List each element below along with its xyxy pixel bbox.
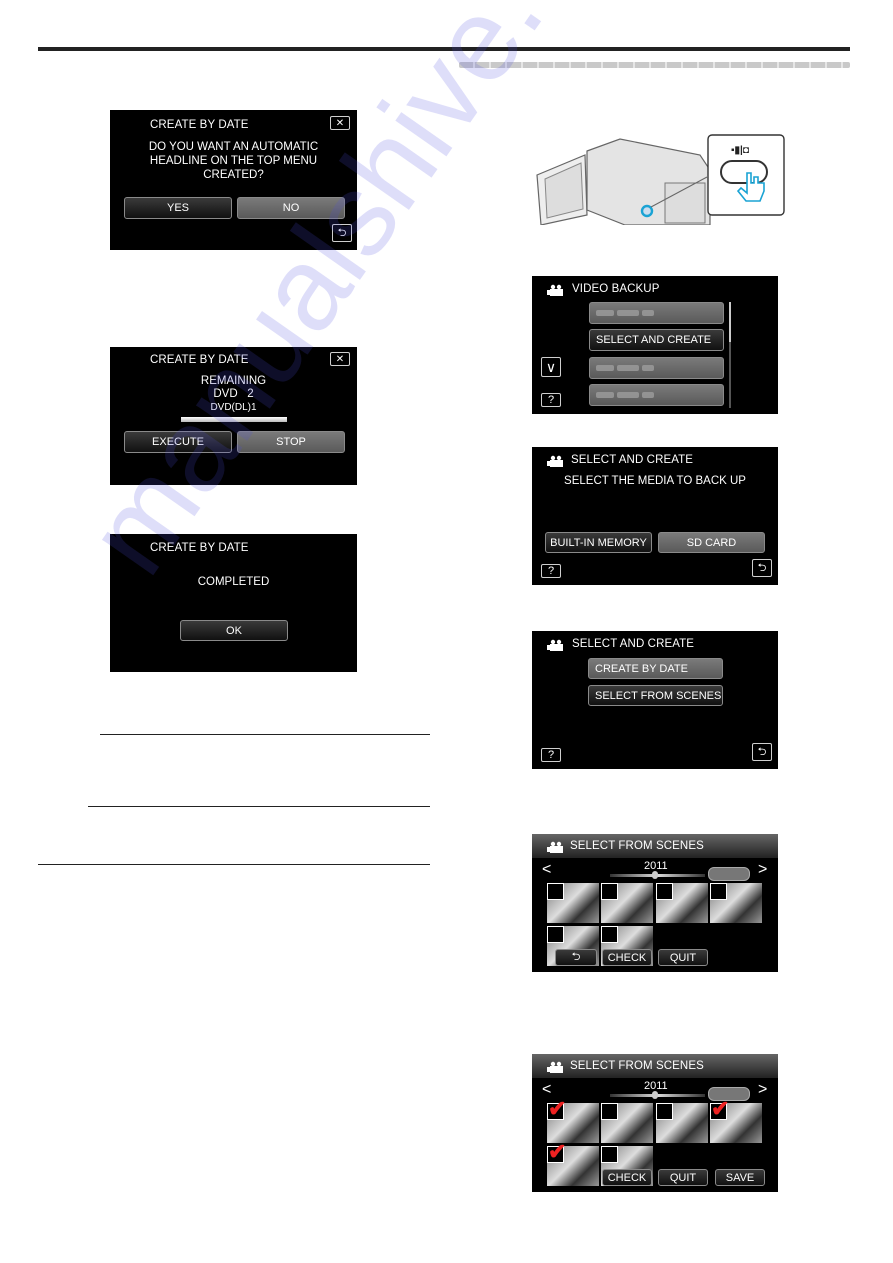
message-line: CREATED? [203,169,264,181]
execute-button[interactable]: EXECUTE [124,431,232,453]
screen-video-backup: VIDEO BACKUP SELECT AND CREATE ∨ ? [532,276,778,414]
screen-title: SELECT FROM SCENES [570,840,704,852]
scene-checkbox[interactable] [601,1103,618,1120]
create-by-date-button[interactable]: CREATE BY DATE [588,658,723,679]
video-camera-icon [547,455,563,467]
save-button[interactable]: SAVE [715,1169,765,1186]
built-in-memory-button[interactable]: BUILT-IN MEMORY [545,532,652,553]
ok-button[interactable]: OK [180,620,288,641]
select-media-message: SELECT THE MEDIA TO BACK UP [564,475,746,487]
screen-select-media: SELECT AND CREATE SELECT THE MEDIA TO BA… [532,447,778,585]
menu-item-hidden[interactable] [589,357,724,379]
remaining-dvd: DVD 2 [213,388,254,400]
video-camera-icon [547,639,563,651]
scene-checkbox[interactable] [601,883,618,900]
screen-completed: CREATE BY DATE COMPLETED OK [110,534,357,672]
help-icon[interactable]: ? [541,393,561,407]
scene-checkbox[interactable] [601,926,618,943]
sd-card-button[interactable]: SD CARD [658,532,765,553]
select-from-scenes-button[interactable]: SELECT FROM SCENES [588,685,723,706]
prev-icon[interactable]: < [542,861,551,879]
screen-title: SELECT AND CREATE [571,454,694,466]
scrollbar-thumb[interactable] [729,302,731,342]
video-camera-icon [547,284,563,296]
screen-title: SELECT FROM SCENES [570,1060,704,1072]
checkmark-icon: ✔ [548,1096,567,1121]
svg-text:▪▮|◘: ▪▮|◘ [731,145,749,156]
screen-select-from-scenes-checked: SELECT FROM SCENES < > 2011 ✔ ✔ ✔ CHECK QU… [532,1054,778,1192]
back-icon[interactable]: ⮌ [332,224,352,242]
screen-title: VIDEO BACKUP [572,283,660,295]
camcorder-icon: ▪▮|◘ [536,134,785,226]
screen-remaining: CREATE BY DATE ✕ REMAINING DVD 2 DVD(DL)… [110,347,357,485]
checkmark-icon: ✔ [548,1139,567,1164]
header-rule-right [440,47,850,51]
note-rule [88,806,430,807]
video-camera-icon [547,1061,563,1073]
close-icon[interactable]: ✕ [330,116,350,130]
scroll-down-icon[interactable]: ∨ [541,357,561,377]
menu-item-select-and-create[interactable]: SELECT AND CREATE [589,329,724,351]
remaining-label: REMAINING [200,375,267,387]
note-rule [100,734,430,735]
message-line: HEADLINE ON THE TOP MENU [149,155,318,167]
section-end-rule [38,864,430,865]
screen-select-and-create: SELECT AND CREATE CREATE BY DATE SELECT … [532,631,778,769]
message-line: DO YOU WANT AN AUTOMATIC [148,141,319,153]
scene-checkbox[interactable] [547,926,564,943]
close-icon[interactable]: ✕ [330,352,350,366]
check-button[interactable]: CHECK [602,1169,652,1186]
mode-button-highlight [640,204,654,218]
video-camera-icon [547,841,563,853]
back-icon[interactable]: ⮌ [752,559,772,577]
help-icon[interactable]: ? [541,748,561,762]
no-button[interactable]: NO [237,197,345,219]
back-button[interactable]: ⮌ [555,949,597,966]
remaining-dvd-dl: DVD(DL)1 [210,402,257,413]
scene-checkbox[interactable] [656,1103,673,1120]
progress-bar [181,417,287,422]
check-button[interactable]: CHECK [602,949,652,966]
header-rule-left [38,47,450,51]
quit-button[interactable]: QUIT [658,1169,708,1186]
checkmark-icon: ✔ [711,1096,730,1121]
help-icon[interactable]: ? [541,564,561,578]
yes-button[interactable]: YES [124,197,232,219]
timeline-thumb[interactable] [652,1091,658,1099]
back-icon[interactable]: ⮌ [752,743,772,761]
screen-title: CREATE BY DATE [150,542,249,554]
next-icon[interactable]: > [758,1081,767,1099]
scene-checkbox[interactable] [601,1146,618,1163]
scene-checkbox[interactable] [710,883,727,900]
scene-checkbox[interactable] [547,883,564,900]
scene-checkbox[interactable] [656,883,673,900]
camcorder-illustration: ▪▮|◘ [525,125,787,226]
completed-message: COMPLETED [197,576,270,588]
next-icon[interactable]: > [758,861,767,879]
screen-confirm-headline: CREATE BY DATE ✕ DO YOU WANT AN AUTOMATI… [110,110,357,250]
date-pill[interactable] [708,867,750,881]
stop-button[interactable]: STOP [237,431,345,453]
screen-title: CREATE BY DATE [150,119,249,131]
screen-title: CREATE BY DATE [150,354,249,366]
timeline-thumb[interactable] [652,871,658,879]
menu-item-hidden[interactable] [589,384,724,406]
section-heading-bar [459,62,850,68]
quit-button[interactable]: QUIT [658,949,708,966]
screen-select-from-scenes: SELECT FROM SCENES < > 2011 ⮌ CHECK QUIT [532,834,778,972]
menu-item-hidden[interactable] [589,302,724,324]
screen-title: SELECT AND CREATE [572,638,695,650]
